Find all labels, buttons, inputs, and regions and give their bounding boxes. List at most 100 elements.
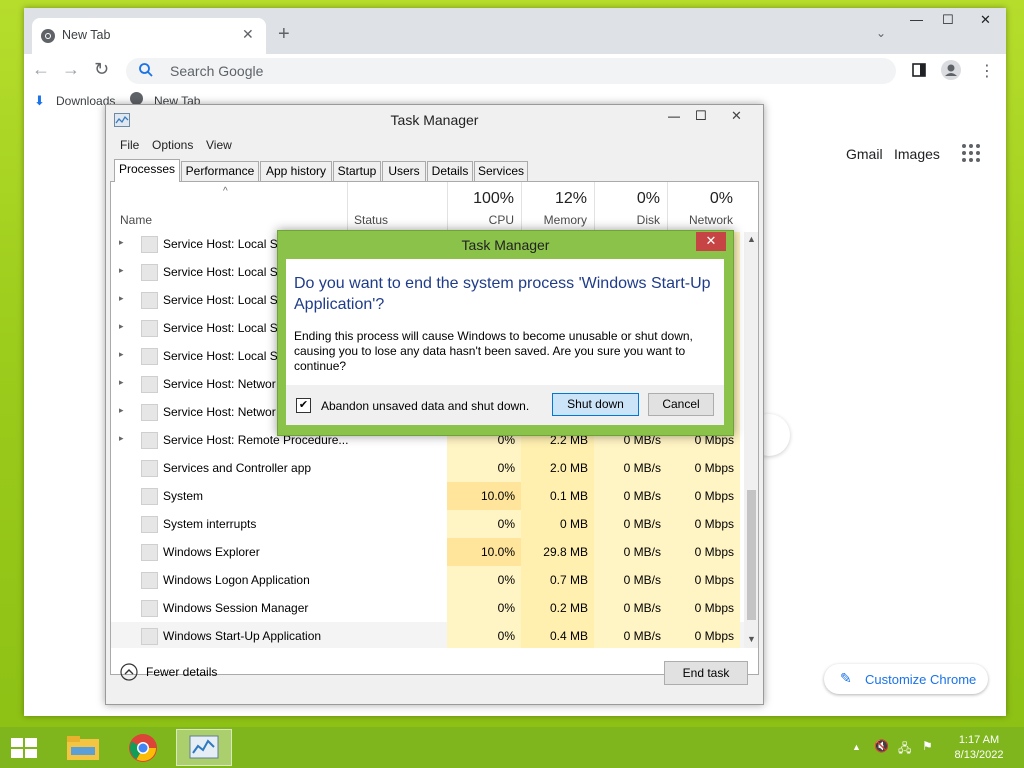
- action-center-icon[interactable]: ⚑: [922, 739, 933, 753]
- network-icon[interactable]: 🖧: [898, 739, 911, 760]
- taskbar-chrome[interactable]: [116, 729, 172, 766]
- close-window-icon[interactable]: ✕: [980, 12, 991, 28]
- task-manager-titlebar[interactable]: Task Manager — ☐ ✕: [106, 105, 763, 135]
- process-name: Services and Controller app: [163, 461, 312, 475]
- process-icon: [141, 544, 158, 561]
- forward-icon[interactable]: →: [62, 59, 80, 80]
- memory-cell: 2.0 MB: [521, 454, 594, 482]
- pencil-icon: ✎: [840, 670, 852, 686]
- show-hidden-icons[interactable]: ▲: [852, 742, 861, 752]
- menu-view[interactable]: View: [206, 138, 232, 152]
- disk-cell: 0 MB/s: [594, 594, 667, 622]
- images-link[interactable]: Images: [894, 146, 940, 162]
- tab-app-history[interactable]: App history: [260, 161, 332, 181]
- dialog-close-icon[interactable]: ✕: [696, 232, 726, 251]
- column-status-header[interactable]: Status: [347, 182, 448, 232]
- table-row[interactable]: Windows Logon Application 0% 0.7 MB 0 MB/s 0…: [111, 566, 744, 594]
- cpu-cell: 0%: [447, 594, 521, 622]
- tab-title: New Tab: [62, 28, 111, 42]
- table-row[interactable]: System interrupts 0% 0 MB 0 MB/s 0 Mbps: [111, 510, 744, 538]
- search-icon: [139, 63, 153, 77]
- table-row[interactable]: Windows Explorer 10.0% 29.8 MB 0 MB/s 0 Mbps: [111, 538, 744, 566]
- expand-chevron-icon[interactable]: ▸: [119, 349, 124, 360]
- expand-chevron-icon[interactable]: ▸: [119, 293, 124, 304]
- expand-chevron-icon[interactable]: ▸: [119, 237, 124, 248]
- expand-chevron-icon[interactable]: ▸: [119, 377, 124, 388]
- table-row[interactable]: Windows Start-Up Application 0% 0.4 MB 0 MB…: [111, 622, 744, 648]
- omnibox[interactable]: Search Google: [126, 58, 896, 84]
- tab-details[interactable]: Details: [427, 161, 473, 181]
- dialog-title: Task Manager: [461, 237, 550, 253]
- disk-cell: 0 MB/s: [594, 566, 667, 594]
- network-total: 0%: [709, 190, 733, 207]
- end-task-button[interactable]: End task: [664, 661, 748, 685]
- column-memory-header[interactable]: 12% Memory: [521, 182, 595, 232]
- task-manager-title: Task Manager: [390, 112, 479, 128]
- expand-chevron-icon[interactable]: ▸: [119, 321, 124, 332]
- network-cell: 0 Mbps: [667, 482, 740, 510]
- search-input[interactable]: Search Google: [170, 63, 263, 79]
- process-name: Windows Session Manager: [163, 601, 309, 615]
- volume-muted-icon[interactable]: 🔇: [874, 739, 889, 753]
- profile-icon[interactable]: [941, 60, 961, 80]
- chevron-up-icon: [120, 663, 138, 681]
- column-network: Network: [688, 213, 733, 227]
- start-button[interactable]: [0, 729, 56, 766]
- expand-chevron-icon[interactable]: ▸: [119, 433, 124, 444]
- abandon-data-checkbox[interactable]: ✔: [296, 398, 311, 413]
- sidepanel-icon[interactable]: [912, 63, 926, 77]
- gmail-link[interactable]: Gmail: [846, 146, 883, 162]
- expand-chevron-icon[interactable]: ▸: [119, 405, 124, 416]
- shut-down-button[interactable]: Shut down: [552, 393, 639, 416]
- tab-users[interactable]: Users: [382, 161, 426, 181]
- table-row[interactable]: Windows Session Manager 0% 0.2 MB 0 MB/s 0 M…: [111, 594, 744, 622]
- process-icon: [141, 488, 158, 505]
- clock[interactable]: 1:17 AM 8/13/2022: [946, 733, 1012, 763]
- tab-new-tab[interactable]: New Tab ✕: [32, 18, 266, 54]
- column-status: Status: [354, 213, 389, 227]
- clock-date: 8/13/2022: [954, 749, 1004, 761]
- menu-options[interactable]: Options: [152, 138, 193, 152]
- vertical-scrollbar[interactable]: ▲ ▼: [744, 232, 758, 648]
- new-tab-button[interactable]: +: [278, 24, 290, 44]
- tab-startup[interactable]: Startup: [333, 161, 381, 181]
- table-row[interactable]: Services and Controller app 0% 2.0 MB 0 MB/…: [111, 454, 744, 482]
- toolbar: ← → ↻ Search Google ⋮: [24, 54, 1006, 88]
- scroll-up-icon[interactable]: ▲: [747, 234, 756, 244]
- column-network-header[interactable]: 0% Network: [667, 182, 741, 232]
- apps-grid-icon[interactable]: [962, 144, 982, 164]
- tab-performance[interactable]: Performance: [181, 161, 259, 181]
- cancel-button[interactable]: Cancel: [648, 393, 714, 416]
- minimize-icon[interactable]: —: [910, 12, 923, 27]
- tm-close-icon[interactable]: ✕: [731, 108, 742, 124]
- reload-icon[interactable]: ↻: [94, 59, 109, 80]
- customize-chrome-button[interactable]: ✎ Customize Chrome: [824, 664, 988, 694]
- abandon-data-label[interactable]: Abandon unsaved data and shut down.: [321, 399, 529, 413]
- chrome-icon: [129, 734, 157, 762]
- menu-icon[interactable]: ⋮: [979, 61, 995, 81]
- tab-close-icon[interactable]: ✕: [242, 26, 254, 43]
- tab-services[interactable]: Services: [474, 161, 528, 181]
- scroll-down-icon[interactable]: ▼: [747, 634, 756, 644]
- column-memory: Memory: [543, 213, 587, 227]
- process-name: Windows Logon Application: [163, 573, 310, 587]
- tm-maximize-icon[interactable]: ☐: [695, 108, 707, 124]
- tab-processes[interactable]: Processes: [114, 159, 180, 182]
- column-disk-header[interactable]: 0% Disk: [594, 182, 668, 232]
- disk-cell: 0 MB/s: [594, 482, 667, 510]
- column-cpu-header[interactable]: 100% CPU: [447, 182, 522, 232]
- tab-search-icon[interactable]: ⌄: [876, 26, 886, 40]
- back-icon[interactable]: ←: [32, 59, 50, 80]
- maximize-icon[interactable]: ☐: [942, 12, 954, 28]
- taskbar-file-explorer[interactable]: [56, 729, 112, 766]
- expand-chevron-icon[interactable]: ▸: [119, 265, 124, 276]
- taskbar-task-manager[interactable]: [176, 729, 232, 766]
- process-icon: [141, 628, 158, 645]
- tm-minimize-icon[interactable]: —: [668, 109, 680, 123]
- process-name: Service Host: Local Sy: [163, 349, 284, 363]
- process-icon: [141, 460, 158, 477]
- menu-file[interactable]: File: [120, 138, 139, 152]
- column-name[interactable]: Name: [120, 213, 152, 227]
- scrollbar-thumb[interactable]: [747, 490, 756, 620]
- table-row[interactable]: System 10.0% 0.1 MB 0 MB/s 0 Mbps: [111, 482, 744, 510]
